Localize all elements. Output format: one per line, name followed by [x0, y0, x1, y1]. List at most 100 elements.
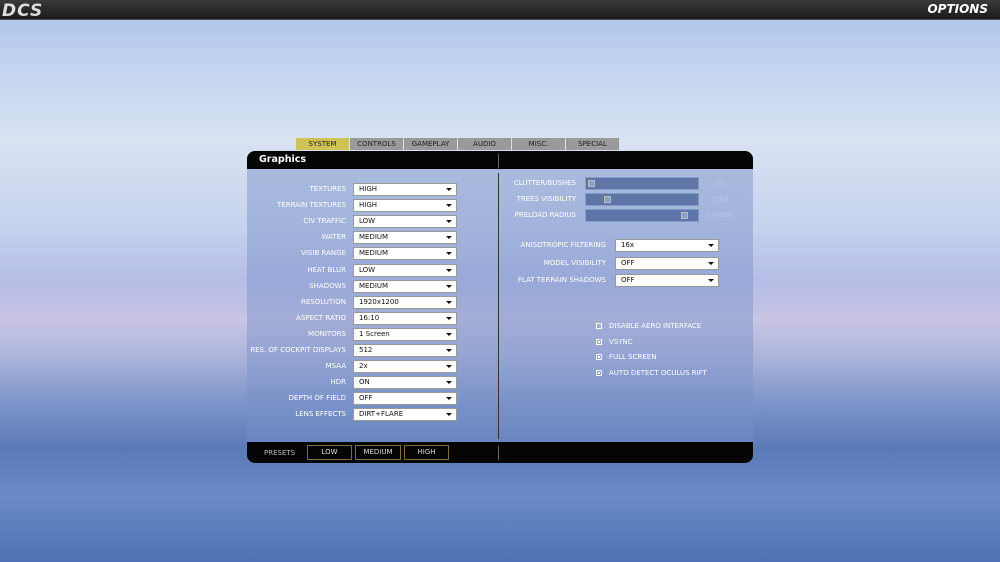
slider-value: 0	[699, 177, 741, 190]
chevron-down-icon	[708, 261, 714, 265]
setting-dropdown[interactable]: OFF	[615, 256, 719, 270]
chevron-down-icon	[446, 252, 452, 256]
dropdown-value: OFF	[621, 276, 635, 284]
tab-controls[interactable]: CONTROLS	[350, 138, 403, 150]
checkbox[interactable]	[596, 323, 602, 329]
checkbox-label: VSYNC	[609, 337, 633, 346]
setting-dropdown[interactable]: MEDIUM	[353, 279, 457, 293]
chevron-down-icon	[446, 332, 452, 336]
setting-label: TEXTURES	[309, 185, 346, 193]
tab-gameplay[interactable]: GAMEPLAY	[404, 138, 457, 150]
chevron-down-icon	[446, 188, 452, 191]
setting-dropdown[interactable]: 1920x1200	[353, 295, 457, 309]
dropdown-value: MEDIUM	[359, 233, 389, 242]
slider-handle[interactable]	[604, 196, 611, 203]
setting-dropdown[interactable]: LOW	[353, 263, 457, 277]
chevron-down-icon	[446, 381, 452, 385]
chevron-down-icon	[708, 279, 714, 282]
tab-audio[interactable]: AUDIO	[458, 138, 511, 150]
slider-handle[interactable]	[588, 180, 595, 187]
tab-special[interactable]: SPECIAL	[566, 138, 619, 150]
header-divider	[498, 154, 499, 168]
checkbox[interactable]	[596, 354, 602, 361]
chevron-down-icon	[446, 365, 452, 369]
setting-dropdown[interactable]: HIGH	[353, 183, 457, 196]
setting-dropdown[interactable]: 1 Screen	[353, 327, 457, 341]
chevron-down-icon	[446, 236, 452, 240]
preset-high-button[interactable]: HIGH	[404, 445, 449, 460]
setting-label: HEAT BLUR	[307, 265, 346, 274]
checkbox-label: DISABLE AERO INTERFACE	[609, 322, 702, 330]
setting-label: RES. OF COCKPIT DISPLAYS	[250, 346, 346, 354]
setting-dropdown[interactable]: LOW	[353, 215, 457, 229]
setting-dropdown[interactable]: 16x	[615, 239, 719, 252]
slider-handle[interactable]	[681, 212, 688, 219]
slider-track[interactable]	[585, 209, 699, 222]
slider-label: TREES VISIBILITY	[516, 195, 576, 203]
setting-dropdown[interactable]: OFF	[353, 392, 457, 406]
tab-bar: SYSTEM CONTROLS GAMEPLAY AUDIO MISC. SPECIAL	[296, 138, 619, 150]
chevron-down-icon	[446, 316, 452, 320]
checkbox-label: AUTO DETECT OCULUS RIFT	[609, 369, 707, 378]
setting-label: MODEL VISIBILITY	[543, 258, 606, 267]
dropdown-value: LOW	[359, 265, 376, 274]
setting-label: WATER	[321, 233, 346, 242]
slider-value: 149990	[699, 209, 741, 222]
setting-label: RESOLUTION	[300, 297, 346, 306]
setting-label: MONITORS	[308, 329, 346, 338]
setting-label: MSAA	[325, 362, 346, 371]
dropdown-value: 512	[359, 346, 373, 354]
dropdown-value: 16:10	[359, 313, 380, 322]
screen-title: OPTIONS	[927, 2, 988, 16]
presets-label: PRESETS	[264, 449, 296, 457]
section-title: Graphics	[259, 154, 306, 165]
graphics-panel: Graphics PRESETS TEXTURES HIGH TERRAIN TEX…	[247, 151, 753, 463]
setting-dropdown[interactable]: DIRT+FLARE	[353, 408, 457, 422]
setting-dropdown[interactable]: MEDIUM	[353, 231, 457, 245]
setting-label: CIV TRAFFIC	[303, 217, 346, 226]
checkbox[interactable]	[596, 370, 602, 377]
chevron-down-icon	[446, 220, 452, 224]
slider-label: PRELOAD RADIUS	[514, 211, 576, 219]
setting-dropdown[interactable]: 2x	[353, 360, 457, 374]
setting-label: DEPTH OF FIELD	[288, 394, 346, 403]
preset-low-button[interactable]: LOW	[307, 445, 352, 460]
chevron-down-icon	[446, 413, 452, 417]
slider-track[interactable]	[585, 177, 699, 190]
dropdown-value: LOW	[359, 217, 376, 226]
preset-medium-button[interactable]: MEDIUM	[355, 445, 401, 460]
chevron-down-icon	[446, 397, 452, 401]
setting-label: VISIB RANGE	[301, 249, 346, 258]
dropdown-value: MEDIUM	[359, 281, 389, 290]
dropdown-value: 16x	[621, 241, 635, 249]
dcs-logo: DCS	[2, 1, 44, 21]
chevron-down-icon	[708, 244, 714, 247]
checkbox[interactable]	[596, 338, 602, 345]
setting-dropdown[interactable]: HIGH	[353, 199, 457, 213]
setting-dropdown[interactable]: MEDIUM	[353, 247, 457, 261]
setting-dropdown[interactable]: OFF	[615, 274, 719, 287]
dropdown-value: 2x	[359, 362, 368, 371]
setting-label: SHADOWS	[309, 281, 346, 290]
panel-header: Graphics	[247, 151, 753, 169]
top-bar: DCS OPTIONS	[0, 0, 1000, 21]
setting-label: ANISOTROPIC FILTERING	[520, 241, 606, 249]
footer-divider	[498, 446, 499, 460]
setting-label: ASPECT RATIO	[296, 313, 346, 322]
setting-label: HDR	[330, 378, 346, 387]
chevron-down-icon	[446, 204, 452, 208]
setting-label: FLAT TERRAIN SHADOWS	[517, 276, 606, 284]
setting-dropdown[interactable]: 16:10	[353, 311, 457, 325]
setting-dropdown[interactable]: ON	[353, 376, 457, 390]
chevron-down-icon	[446, 349, 452, 352]
tab-misc[interactable]: MISC.	[512, 138, 565, 150]
dropdown-value: OFF	[621, 258, 635, 267]
tab-system[interactable]: SYSTEM	[296, 138, 349, 150]
dropdown-value: HIGH	[359, 185, 378, 193]
setting-dropdown[interactable]: 512	[353, 344, 457, 357]
chevron-down-icon	[446, 268, 452, 272]
chevron-down-icon	[446, 284, 452, 288]
dropdown-value: OFF	[359, 394, 373, 403]
dropdown-value: 1920x1200	[359, 297, 399, 306]
slider-track[interactable]	[585, 193, 699, 206]
